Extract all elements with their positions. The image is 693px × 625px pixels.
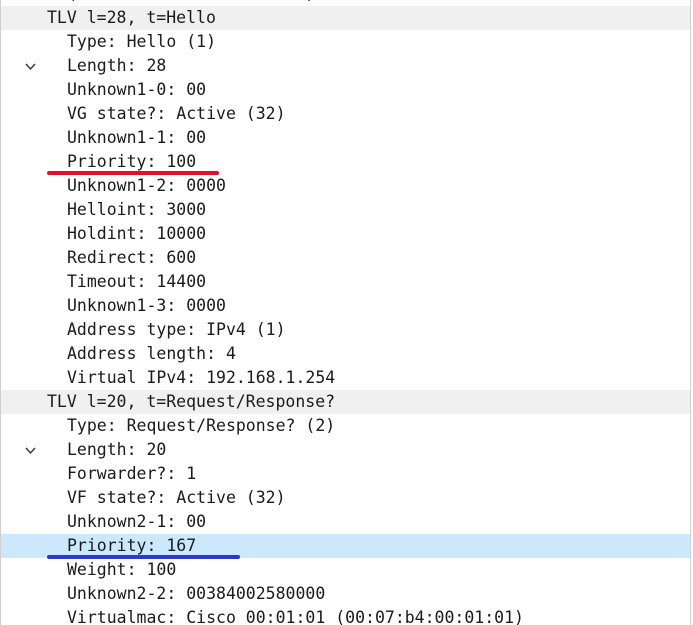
field-address-length: Address length: 4 <box>67 344 236 363</box>
field-row[interactable]: Virtual IPv4: 192.168.1.254 <box>1 366 690 390</box>
field-row[interactable]: Length: 20 <box>1 438 690 462</box>
field-row[interactable]: Unknown1-1: 00 <box>1 126 690 150</box>
field-row[interactable]: Type: Hello (1) <box>1 30 690 54</box>
red-underline-annotation <box>47 171 219 175</box>
tlv-hello-label: TLV l=28, t=Hello <box>47 8 216 27</box>
field-row[interactable]: Length: 28 <box>1 54 690 78</box>
field-vg-state: VG state?: Active (32) <box>67 104 286 123</box>
field-weight: Weight: 100 <box>67 560 177 579</box>
field-address-type: Address type: IPv4 (1) <box>67 320 286 339</box>
field-row[interactable]: Unknown1-3: 0000 <box>1 294 690 318</box>
field-row[interactable]: Timeout: 14400 <box>1 270 690 294</box>
chevron-down-icon[interactable] <box>25 13 36 71</box>
field-length: Length: 20 <box>67 440 167 459</box>
field-unknown2-1: Unknown2-1: 00 <box>67 512 207 531</box>
field-helloint: Helloint: 3000 <box>67 200 207 219</box>
field-timeout: Timeout: 14400 <box>67 272 207 291</box>
field-vf-state: VF state?: Active (32) <box>67 488 286 507</box>
field-row[interactable]: Unknown1-2: 0000 <box>1 174 690 198</box>
chevron-down-icon[interactable] <box>25 397 36 455</box>
field-unknown1-0: Unknown1-0: 00 <box>67 80 207 99</box>
tlv-request-response-header[interactable]: TLV l=20, t=Request/Response? <box>1 390 690 455</box>
field-virtual-ipv4: Virtual IPv4: 192.168.1.254 <box>67 368 336 387</box>
field-row[interactable]: VG state?: Active (32) <box>1 102 690 126</box>
field-redirect: Redirect: 600 <box>67 248 197 267</box>
field-row[interactable]: Address type: IPv4 (1) <box>1 318 690 342</box>
field-row[interactable]: Unknown1-0: 00 <box>1 78 690 102</box>
field-row[interactable]: Unknown2-1: 00 <box>1 510 690 534</box>
field-unknown1-3: Unknown1-3: 0000 <box>67 296 226 315</box>
tlv-request-response-label: TLV l=20, t=Request/Response? <box>47 392 336 411</box>
field-holdint: Holdint: 10000 <box>67 224 207 243</box>
field-row[interactable]: Holdint: 10000 <box>1 222 690 246</box>
field-length: Length: 28 <box>67 56 167 75</box>
tlv-hello-header[interactable]: TLV l=28, t=Hello <box>1 6 690 71</box>
blue-underline-annotation <box>47 555 240 559</box>
field-row[interactable]: Redirect: 600 <box>1 246 690 270</box>
field-virtualmac: Virtualmac: Cisco_00:01:01 (00:07:b4:00:… <box>67 608 524 625</box>
field-row[interactable]: Type: Request/Response? (2) <box>1 414 690 438</box>
field-forwarder: Forwarder?: 1 <box>67 464 197 483</box>
field-unknown2-2: Unknown2-2: 00384002580000 <box>67 584 326 603</box>
field-type: Type: Request/Response? (2) <box>67 416 336 435</box>
field-row[interactable]: Helloint: 3000 <box>1 198 690 222</box>
field-row[interactable]: Virtualmac: Cisco_00:01:01 (00:07:b4:00:… <box>1 606 690 625</box>
field-row[interactable]: Unknown2-2: 00384002580000 <box>1 582 690 606</box>
field-unknown1-1: Unknown1-1: 00 <box>67 128 207 147</box>
field-row[interactable]: Address length: 4 <box>1 342 690 366</box>
field-type: Type: Hello (1) <box>67 32 217 51</box>
field-row[interactable]: Weight: 100 <box>1 558 690 582</box>
field-row[interactable]: Forwarder?: 1 <box>1 462 690 486</box>
field-row[interactable]: VF state?: Active (32) <box>1 486 690 510</box>
field-unknown1-2: Unknown1-2: 0000 <box>67 176 226 195</box>
packet-details-pane: ( ) TLV l=28, t=Hello Type: Hello (1) Le… <box>0 0 691 625</box>
